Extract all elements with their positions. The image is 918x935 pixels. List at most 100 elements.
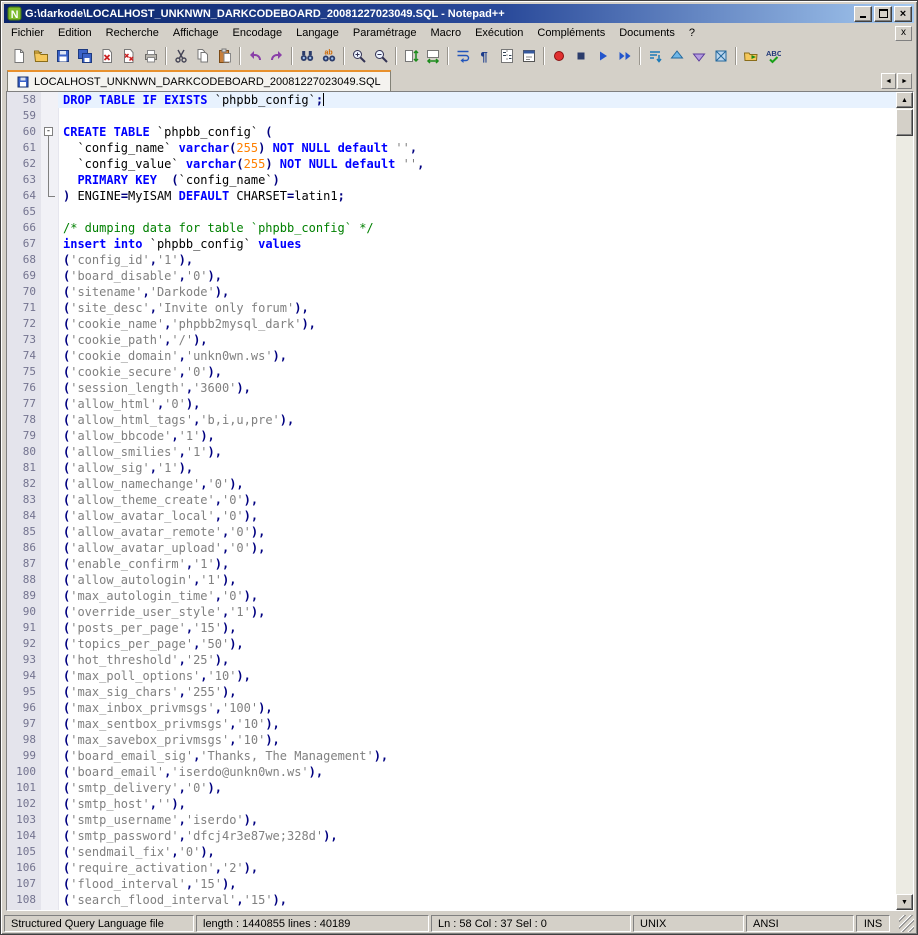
code-line[interactable]: 60- CREATE TABLE `phpbb_config` (	[7, 124, 896, 140]
code-text[interactable]: ('allow_avatar_remote','0'),	[58, 524, 896, 540]
code-text[interactable]	[58, 204, 896, 220]
stop-macro-button[interactable]	[570, 45, 592, 67]
code-line[interactable]: 73 ('cookie_path','/'),	[7, 332, 896, 348]
scrollbar-thumb[interactable]	[896, 109, 913, 136]
code-text[interactable]: ('override_user_style','1'),	[58, 604, 896, 620]
code-text[interactable]: ('config_id','1'),	[58, 252, 896, 268]
code-text[interactable]: `config_value` varchar(255) NOT NULL def…	[58, 156, 896, 172]
tab-localhost-unknwn-darkcodeboard-sql[interactable]: LOCALHOST_UNKNWN_DARKCODEBOARD_200812270…	[7, 70, 391, 91]
code-text[interactable]: ('session_length','3600'),	[58, 380, 896, 396]
code-text[interactable]: ('max_savebox_privmsgs','10'),	[58, 732, 896, 748]
code-line[interactable]: 85 ('allow_avatar_remote','0'),	[7, 524, 896, 540]
code-line[interactable]: 76 ('session_length','3600'),	[7, 380, 896, 396]
code-text[interactable]: ('allow_smilies','1'),	[58, 444, 896, 460]
show-symbols-button[interactable]: ¶	[474, 45, 496, 67]
code-text[interactable]: ) ENGINE=MyISAM DEFAULT CHARSET=latin1;	[58, 188, 896, 204]
code-line[interactable]: 77 ('allow_html','0'),	[7, 396, 896, 412]
code-text[interactable]: ('max_sentbox_privmsgs','10'),	[58, 716, 896, 732]
code-text[interactable]: ('board_email','iserdo@unkn0wn.ws'),	[58, 764, 896, 780]
menu-item-langage[interactable]: Langage	[289, 24, 346, 42]
code-text[interactable]: ('allow_autologin','1'),	[58, 572, 896, 588]
code-text[interactable]: ('board_email_sig','Thanks, The Manageme…	[58, 748, 896, 764]
record-macro-button[interactable]	[548, 45, 570, 67]
plugin-up-button[interactable]	[666, 45, 688, 67]
plugin-box-button[interactable]	[710, 45, 732, 67]
code-line[interactable]: 89 ('max_autologin_time','0'),	[7, 588, 896, 604]
code-text[interactable]: DROP TABLE IF EXISTS `phpbb_config`;	[58, 92, 896, 108]
code-line[interactable]: 106 ('require_activation','2'),	[7, 860, 896, 876]
code-text[interactable]: ('smtp_delivery','0'),	[58, 780, 896, 796]
code-line[interactable]: 81 ('allow_sig','1'),	[7, 460, 896, 476]
title-bar[interactable]: N G:\darkode\LOCALHOST_UNKNWN_DARKCODEBO…	[4, 4, 914, 23]
code-line[interactable]: 62 `config_value` varchar(255) NOT NULL …	[7, 156, 896, 172]
sync-vertical-button[interactable]	[400, 45, 422, 67]
save-all-button[interactable]	[74, 45, 96, 67]
code-text[interactable]: ('allow_html','0'),	[58, 396, 896, 412]
code-line[interactable]: 96 ('max_inbox_privmsgs','100'),	[7, 700, 896, 716]
cut-button[interactable]	[170, 45, 192, 67]
code-line[interactable]: 68 ('config_id','1'),	[7, 252, 896, 268]
code-text[interactable]: ('sendmail_fix','0'),	[58, 844, 896, 860]
sync-horizontal-button[interactable]	[422, 45, 444, 67]
code-line[interactable]: 70 ('sitename','Darkode'),	[7, 284, 896, 300]
code-line[interactable]: 63 PRIMARY KEY (`config_name`)	[7, 172, 896, 188]
code-line[interactable]: 58 DROP TABLE IF EXISTS `phpbb_config`;	[7, 92, 896, 108]
code-text[interactable]: ('max_inbox_privmsgs','100'),	[58, 700, 896, 716]
code-line[interactable]: 71 ('site_desc','Invite only forum'),	[7, 300, 896, 316]
save-file-button[interactable]	[52, 45, 74, 67]
plugin-sort-button[interactable]	[644, 45, 666, 67]
code-line[interactable]: 82 ('allow_namechange','0'),	[7, 476, 896, 492]
code-line[interactable]: 103 ('smtp_username','iserdo'),	[7, 812, 896, 828]
close-file-button[interactable]	[96, 45, 118, 67]
code-line[interactable]: 99 ('board_email_sig','Thanks, The Manage…	[7, 748, 896, 764]
word-wrap-button[interactable]	[452, 45, 474, 67]
code-text[interactable]: ('allow_namechange','0'),	[58, 476, 896, 492]
code-text[interactable]: ('hot_threshold','25'),	[58, 652, 896, 668]
vertical-scrollbar[interactable]: ▲ ▼	[896, 92, 913, 910]
zoom-in-button[interactable]	[348, 45, 370, 67]
code-text[interactable]: ('cookie_domain','unkn0wn.ws'),	[58, 348, 896, 364]
open-file-button[interactable]	[30, 45, 52, 67]
plugin-down-button[interactable]	[688, 45, 710, 67]
code-line[interactable]: 65	[7, 204, 896, 220]
code-line[interactable]: 97 ('max_sentbox_privmsgs','10'),	[7, 716, 896, 732]
redo-button[interactable]	[266, 45, 288, 67]
explorer-button[interactable]	[740, 45, 762, 67]
restore-button[interactable]	[874, 5, 892, 22]
tab-scroll-left-button[interactable]: ◄	[881, 73, 896, 89]
user-dialog-button[interactable]	[518, 45, 540, 67]
minimize-button[interactable]	[854, 5, 872, 22]
code-line[interactable]: 66 /* dumping data for table `phpbb_confi…	[7, 220, 896, 236]
code-line[interactable]: 98 ('max_savebox_privmsgs','10'),	[7, 732, 896, 748]
tab-scroll-right-button[interactable]: ►	[897, 73, 912, 89]
code-line[interactable]: 101 ('smtp_delivery','0'),	[7, 780, 896, 796]
code-line[interactable]: 79 ('allow_bbcode','1'),	[7, 428, 896, 444]
code-text[interactable]: ('allow_html_tags','b,i,u,pre'),	[58, 412, 896, 428]
spell-check-button[interactable]: ABC	[762, 45, 784, 67]
code-text[interactable]: ('require_activation','2'),	[58, 860, 896, 876]
code-text[interactable]: ('enable_confirm','1'),	[58, 556, 896, 572]
code-line[interactable]: 84 ('allow_avatar_local','0'),	[7, 508, 896, 524]
menu-item-documents[interactable]: Documents	[612, 24, 682, 42]
code-line[interactable]: 61 `config_name` varchar(255) NOT NULL d…	[7, 140, 896, 156]
find-button[interactable]	[296, 45, 318, 67]
scroll-down-button[interactable]: ▼	[896, 894, 913, 910]
code-line[interactable]: 100 ('board_email','iserdo@unkn0wn.ws'),	[7, 764, 896, 780]
replace-button[interactable]: ab	[318, 45, 340, 67]
code-text[interactable]: ('max_poll_options','10'),	[58, 668, 896, 684]
code-text[interactable]: ('cookie_path','/'),	[58, 332, 896, 348]
code-text[interactable]: ('posts_per_page','15'),	[58, 620, 896, 636]
code-line[interactable]: 95 ('max_sig_chars','255'),	[7, 684, 896, 700]
code-text[interactable]: ('allow_sig','1'),	[58, 460, 896, 476]
code-line[interactable]: 78 ('allow_html_tags','b,i,u,pre'),	[7, 412, 896, 428]
code-text[interactable]: ('sitename','Darkode'),	[58, 284, 896, 300]
code-line[interactable]: 93 ('hot_threshold','25'),	[7, 652, 896, 668]
code-line[interactable]: 64) ENGINE=MyISAM DEFAULT CHARSET=latin1…	[7, 188, 896, 204]
code-line[interactable]: 107 ('flood_interval','15'),	[7, 876, 896, 892]
code-text[interactable]: CREATE TABLE `phpbb_config` (	[58, 124, 896, 140]
editor-content[interactable]: 58 DROP TABLE IF EXISTS `phpbb_config`; 59…	[7, 92, 896, 910]
code-line[interactable]: 74 ('cookie_domain','unkn0wn.ws'),	[7, 348, 896, 364]
code-text[interactable]: ('smtp_password','dfcj4r3e87we;328d'),	[58, 828, 896, 844]
code-line[interactable]: 86 ('allow_avatar_upload','0'),	[7, 540, 896, 556]
code-line[interactable]: 80 ('allow_smilies','1'),	[7, 444, 896, 460]
